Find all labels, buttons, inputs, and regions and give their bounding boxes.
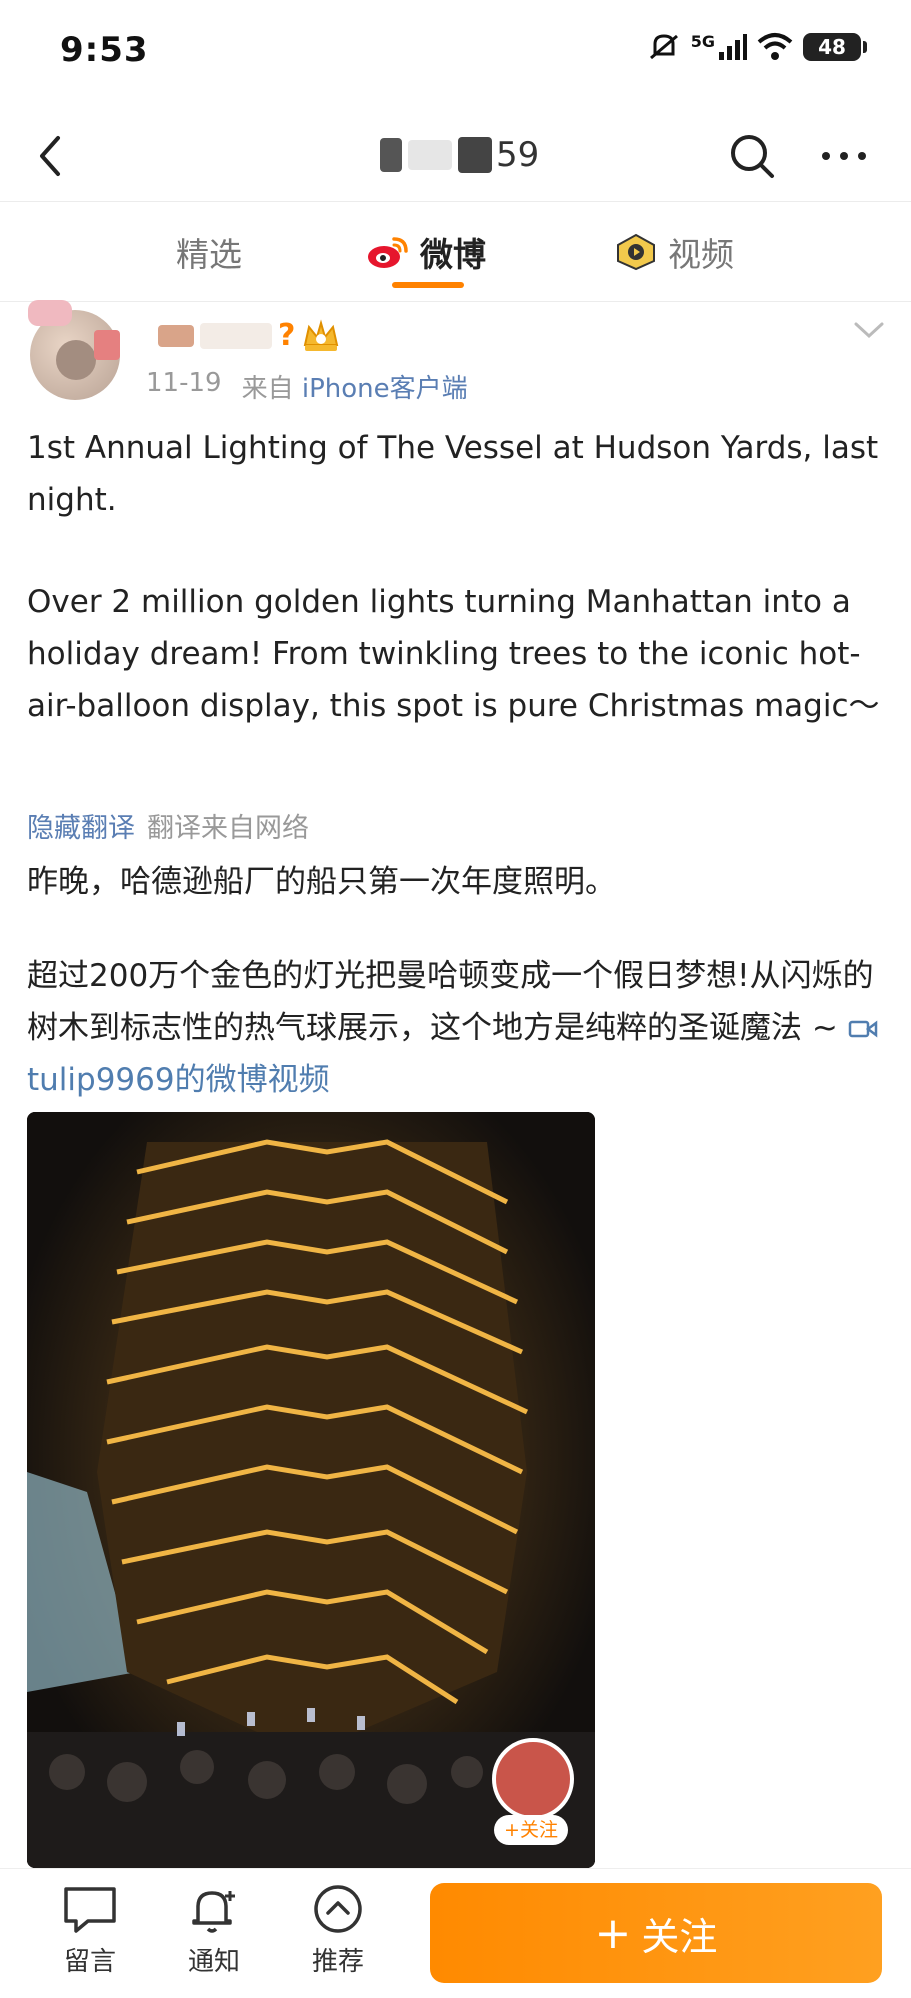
- comment-icon: [64, 1887, 116, 1933]
- post-date: 11-19: [146, 368, 222, 398]
- post-meta: 11-19 来自 iPhone客户端: [146, 368, 468, 405]
- battery-icon: 48: [803, 33, 867, 61]
- video-link-icon: [848, 1020, 877, 1038]
- recommend-icon: [314, 1885, 362, 1933]
- tab-label: 精选: [176, 235, 242, 274]
- comment-label: 留言: [63, 1947, 116, 1977]
- network-label: 5G: [690, 32, 715, 51]
- translation-bar: 隐藏翻译 翻译来自网络: [27, 806, 309, 845]
- tab-bar: 精选 微博 视频: [0, 202, 911, 302]
- post-text-zh-line1: 昨晚，哈德逊船厂的船只第一次年度照明。: [27, 864, 616, 900]
- post-source[interactable]: iPhone客户端: [302, 374, 468, 404]
- notify-button[interactable]: 通知: [164, 1883, 264, 1978]
- comment-button[interactable]: 留言: [40, 1883, 140, 1978]
- post-text-en-line1: 1st Annual Lighting of The Vessel at Hud…: [27, 430, 879, 518]
- battery-level: 48: [818, 35, 846, 59]
- status-time: 9:53: [60, 30, 149, 70]
- tab-label: 微博: [420, 235, 486, 274]
- translation-source: 翻译来自网络: [147, 813, 309, 844]
- tab-label: 视频: [668, 235, 734, 274]
- video-icon: [617, 233, 655, 271]
- redacted-name: [408, 140, 452, 170]
- bottom-action-bar: 留言 通知 推荐 + 关注: [0, 1868, 911, 1998]
- chevron-down-icon[interactable]: [852, 318, 886, 342]
- username-suffix: ?: [278, 318, 296, 353]
- follow-label: 关注: [641, 1914, 718, 1959]
- follow-button[interactable]: + 关注: [430, 1883, 882, 1983]
- post-text-zh-line2: 超过200万个金色的灯光把曼哈顿变成一个假日梦想!从闪烁的树木到标志性的热气球展…: [27, 950, 893, 1106]
- avatar-badge: [94, 330, 120, 360]
- username[interactable]: ?: [158, 318, 341, 353]
- signal-icon: [719, 34, 747, 60]
- post-text-zh-body: 超过200万个金色的灯光把曼哈顿变成一个假日梦想!从闪烁的树木到标志性的热气球展…: [27, 958, 874, 1046]
- search-icon[interactable]: [724, 128, 780, 184]
- top-nav-bar: 59: [0, 110, 911, 202]
- recommend-button[interactable]: 推荐: [288, 1883, 388, 1978]
- floating-follow-button[interactable]: +关注: [494, 1815, 568, 1845]
- back-icon[interactable]: [24, 128, 80, 184]
- weibo-icon: [368, 237, 408, 268]
- crown-badge-icon: [304, 318, 339, 351]
- recommend-label: 推荐: [311, 1947, 364, 1977]
- video-link[interactable]: tulip9969的微博视频: [27, 1062, 330, 1098]
- mute-icon: [649, 34, 678, 60]
- floating-avatar[interactable]: [492, 1738, 574, 1820]
- status-bar: 9:53 5G 48: [0, 0, 911, 110]
- notify-label: 通知: [187, 1947, 240, 1977]
- plus-icon: +: [594, 1907, 632, 1959]
- status-icons: 5G 48: [647, 32, 867, 62]
- tab-weibo[interactable]: 微博: [366, 226, 486, 278]
- wifi-icon: [757, 33, 793, 60]
- redacted-name: [380, 138, 402, 172]
- tab-video[interactable]: 视频: [614, 226, 734, 278]
- post-text-en-line2: Over 2 million golden lights turning Man…: [27, 584, 880, 724]
- bell-icon: [192, 1891, 235, 1933]
- redacted-name: [458, 137, 492, 173]
- title-suffix: 59: [496, 135, 540, 175]
- avatar-decoration: [28, 300, 72, 326]
- redacted-username: [158, 324, 194, 347]
- tab-featured[interactable]: 精选: [176, 226, 242, 278]
- more-icon[interactable]: [816, 128, 872, 184]
- active-tab-indicator: [392, 282, 464, 288]
- page-title: 59: [380, 130, 539, 180]
- source-prefix: 来自: [241, 374, 294, 404]
- redacted-username: [200, 322, 272, 349]
- hide-translation-button[interactable]: 隐藏翻译: [27, 806, 135, 845]
